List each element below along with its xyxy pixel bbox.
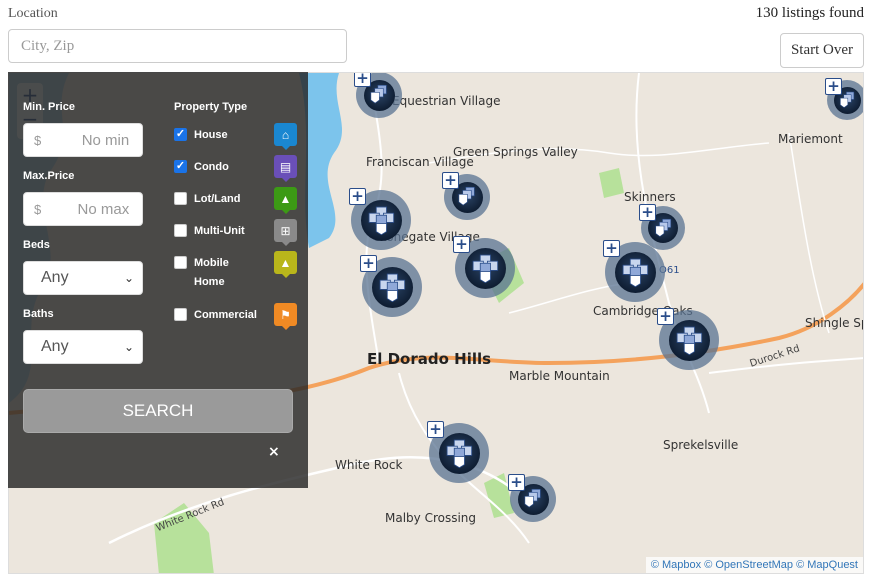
- close-icon[interactable]: ×: [268, 444, 280, 460]
- tree-icon: ▲: [274, 187, 297, 214]
- baths-select[interactable]: Any ⌄: [23, 330, 143, 364]
- baths-value: Any: [41, 338, 69, 355]
- checkbox-unchecked[interactable]: [174, 192, 187, 205]
- house-icon: ⌂: [274, 123, 297, 150]
- search-button[interactable]: SEARCH: [23, 389, 293, 433]
- property-type-label: Lot/Land: [194, 192, 241, 205]
- place-label: Equestrian Village: [392, 94, 501, 108]
- place-label: Mariemont: [778, 132, 843, 146]
- property-type-label: Mobile: [194, 256, 229, 269]
- expand-cluster-icon[interactable]: +: [508, 474, 525, 491]
- cluster-highway-50[interactable]: +: [657, 308, 719, 370]
- expand-cluster-icon[interactable]: +: [354, 73, 371, 87]
- location-label: Location: [8, 6, 58, 21]
- baths-label: Baths: [23, 308, 54, 320]
- road-icon: ▲: [274, 251, 297, 278]
- place-label: White Rock: [335, 458, 403, 472]
- property-type-label: Condo: [194, 160, 229, 173]
- expand-cluster-icon[interactable]: +: [427, 421, 444, 438]
- condo-icon: ▤: [274, 155, 297, 182]
- place-label: Green Springs Valley: [453, 145, 578, 159]
- expand-cluster-icon[interactable]: +: [349, 188, 366, 205]
- property-type-commercial[interactable]: Commercial: [174, 308, 257, 321]
- cluster-listings-icon: [438, 432, 480, 474]
- cluster-white-rock[interactable]: +: [427, 421, 489, 483]
- chevron-down-icon: ⌄: [123, 271, 134, 285]
- property-type-condo[interactable]: ✓ Condo: [174, 160, 229, 173]
- cluster-listings-icon: [668, 319, 710, 361]
- place-label: Sprekelsville: [663, 438, 739, 452]
- property-type-lot-land[interactable]: Lot/Land: [174, 192, 240, 205]
- property-type-label: House: [194, 128, 228, 141]
- chevron-down-icon: ⌄: [123, 340, 134, 354]
- currency-symbol: $: [34, 201, 42, 217]
- cluster-green-springs[interactable]: +: [442, 172, 490, 220]
- cluster-malby[interactable]: +: [508, 474, 556, 522]
- checkbox-unchecked[interactable]: [174, 224, 187, 237]
- cluster-briggs[interactable]: +: [360, 255, 422, 317]
- cluster-cambridge-oaks[interactable]: +: [603, 240, 665, 302]
- location-input[interactable]: [8, 29, 347, 63]
- expand-cluster-icon[interactable]: +: [825, 78, 842, 95]
- beds-label: Beds: [23, 239, 50, 251]
- place-label: Marble Mountain: [509, 369, 610, 383]
- cluster-listings-icon: [464, 247, 506, 289]
- listings-count: 130 listings found: [755, 5, 864, 21]
- cluster-skinners[interactable]: +: [639, 204, 685, 250]
- beds-select[interactable]: Any ⌄: [23, 261, 143, 295]
- cluster-equestrian[interactable]: +: [354, 73, 402, 118]
- start-over-button[interactable]: Start Over: [780, 33, 864, 68]
- cluster-crown-village[interactable]: +: [349, 188, 411, 250]
- property-type-label: Multi-Unit: [194, 224, 245, 237]
- tag-icon: ⚑: [274, 303, 297, 330]
- place-label: Shingle Springs: [805, 316, 863, 330]
- beds-value: Any: [41, 269, 69, 286]
- expand-cluster-icon[interactable]: +: [442, 172, 459, 189]
- checkbox-checked[interactable]: ✓: [174, 160, 187, 173]
- cluster-listings-icon: [371, 266, 413, 308]
- max-price-field[interactable]: $: [23, 192, 143, 226]
- checkbox-unchecked[interactable]: [174, 308, 187, 321]
- expand-cluster-icon[interactable]: +: [639, 204, 656, 221]
- expand-cluster-icon[interactable]: +: [657, 308, 674, 325]
- cluster-stonegate[interactable]: +: [453, 236, 515, 298]
- cluster-mariemont[interactable]: +: [825, 78, 863, 120]
- map-attribution[interactable]: © Mapbox © OpenStreetMap © MapQuest: [645, 557, 863, 573]
- expand-cluster-icon[interactable]: +: [360, 255, 377, 272]
- min-price-label: Min. Price: [23, 101, 75, 113]
- checkbox-unchecked[interactable]: [174, 256, 187, 269]
- grid-icon: ⊞: [274, 219, 297, 246]
- expand-cluster-icon[interactable]: +: [453, 236, 470, 253]
- checkbox-checked[interactable]: ✓: [174, 128, 187, 141]
- property-type-house[interactable]: ✓ House: [174, 128, 228, 141]
- currency-symbol: $: [34, 132, 42, 148]
- property-type-label: Property Type: [174, 101, 248, 113]
- property-type-label-line2: Home: [194, 276, 225, 288]
- property-type-mobile-home[interactable]: Mobile: [174, 256, 229, 269]
- property-type-multi-unit[interactable]: Multi-Unit: [174, 224, 245, 237]
- cluster-listings-icon: [614, 251, 656, 293]
- expand-cluster-icon[interactable]: +: [603, 240, 620, 257]
- place-label: Malby Crossing: [385, 511, 477, 525]
- min-price-field[interactable]: $: [23, 123, 143, 157]
- cluster-listings-icon: [360, 199, 402, 241]
- place-label: El Dorado Hills: [367, 350, 492, 368]
- max-price-label: Max.Price: [23, 170, 75, 182]
- max-price-input[interactable]: [41, 199, 132, 219]
- filter-panel: Min. Price $ Max.Price $ Beds Any ⌄ Bath…: [8, 72, 308, 488]
- property-type-label: Commercial: [194, 308, 257, 321]
- min-price-input[interactable]: [41, 130, 132, 150]
